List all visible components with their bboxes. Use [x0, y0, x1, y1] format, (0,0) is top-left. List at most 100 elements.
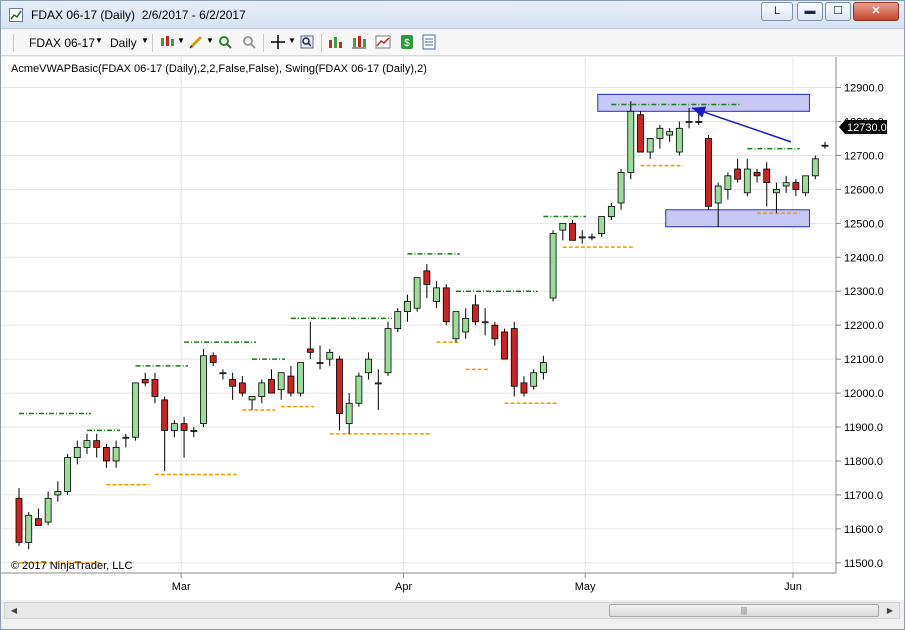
- candle[interactable]: [607, 202, 615, 220]
- crosshair-caret-icon[interactable]: ▼: [288, 36, 296, 45]
- candle[interactable]: [365, 352, 373, 380]
- candle[interactable]: [25, 511, 33, 550]
- candle[interactable]: [54, 481, 62, 502]
- candle[interactable]: [209, 352, 217, 366]
- candle[interactable]: [248, 396, 256, 411]
- candle[interactable]: [141, 372, 149, 387]
- candle[interactable]: [345, 393, 353, 434]
- candle[interactable]: [64, 454, 71, 495]
- candle[interactable]: [675, 121, 683, 156]
- candle[interactable]: [705, 135, 712, 210]
- candle[interactable]: [802, 175, 809, 197]
- candle[interactable]: [569, 219, 576, 241]
- candle[interactable]: [326, 348, 334, 366]
- candle[interactable]: [190, 427, 198, 438]
- candle[interactable]: [462, 308, 470, 339]
- templates-icon[interactable]: [375, 34, 391, 51]
- candle[interactable]: [520, 376, 528, 397]
- candle[interactable]: [549, 230, 557, 302]
- candle[interactable]: [394, 308, 402, 332]
- candle[interactable]: [102, 444, 110, 468]
- candle[interactable]: [491, 321, 499, 346]
- candle[interactable]: [666, 128, 674, 142]
- candle[interactable]: [151, 372, 159, 404]
- candle[interactable]: [471, 294, 479, 326]
- arrow-annotation[interactable]: [691, 107, 792, 143]
- data-box-icon[interactable]: [421, 34, 437, 51]
- drawing-pencil-icon[interactable]: [188, 34, 204, 51]
- candle[interactable]: [811, 155, 819, 180]
- candle[interactable]: [238, 376, 246, 397]
- dollar-icon[interactable]: $: [399, 34, 415, 51]
- candle[interactable]: [413, 277, 421, 312]
- price-chart[interactable]: 12900.012800.012700.012600.012500.012400…: [1, 57, 904, 600]
- candle[interactable]: [336, 355, 343, 431]
- candle[interactable]: [433, 281, 440, 309]
- candle[interactable]: [627, 101, 635, 180]
- zoom-in-icon[interactable]: [217, 34, 233, 51]
- candle[interactable]: [83, 433, 91, 455]
- candle[interactable]: [734, 158, 742, 183]
- candle[interactable]: [306, 321, 314, 360]
- candle[interactable]: [15, 488, 23, 546]
- restore-button[interactable]: L: [761, 2, 793, 21]
- candle[interactable]: [44, 491, 52, 526]
- candle[interactable]: [773, 182, 780, 214]
- candle[interactable]: [287, 365, 295, 397]
- zoom-out-icon[interactable]: [241, 34, 257, 51]
- candle[interactable]: [423, 264, 431, 299]
- candle[interactable]: [792, 179, 800, 197]
- interval-caret-icon[interactable]: ▼: [141, 36, 149, 45]
- candle[interactable]: [374, 369, 382, 411]
- candle[interactable]: [355, 372, 363, 407]
- close-button[interactable]: ✕: [853, 2, 899, 21]
- maximize-button[interactable]: ☐: [825, 2, 851, 21]
- candle[interactable]: [170, 420, 178, 438]
- crosshair-icon[interactable]: [270, 34, 286, 51]
- instrument-caret-icon[interactable]: ▼: [95, 36, 103, 45]
- candle[interactable]: [268, 369, 275, 394]
- candle[interactable]: [277, 372, 285, 400]
- candle[interactable]: [763, 162, 771, 207]
- candle[interactable]: [258, 379, 266, 404]
- instrument-selector[interactable]: FDAX 06-17: [29, 36, 95, 50]
- candle[interactable]: [510, 321, 518, 397]
- candle[interactable]: [384, 321, 392, 377]
- candle[interactable]: [132, 382, 139, 441]
- candle[interactable]: [656, 124, 664, 149]
- candle[interactable]: [598, 216, 606, 237]
- minimize-button[interactable]: ▬: [797, 2, 823, 21]
- candle[interactable]: [93, 433, 101, 458]
- candle[interactable]: [821, 141, 829, 149]
- candle[interactable]: [112, 440, 120, 468]
- candle[interactable]: [180, 416, 188, 458]
- interval-selector[interactable]: Daily: [110, 36, 137, 50]
- candle[interactable]: [229, 372, 237, 400]
- candle[interactable]: [637, 111, 644, 153]
- drawing-caret-icon[interactable]: ▼: [206, 36, 214, 45]
- candle[interactable]: [559, 222, 567, 241]
- chart-style-icon[interactable]: [159, 34, 175, 51]
- candle[interactable]: [578, 230, 586, 244]
- indicators-icon[interactable]: [327, 34, 343, 51]
- candle[interactable]: [219, 369, 227, 380]
- price-zone[interactable]: [665, 209, 810, 228]
- candle[interactable]: [588, 233, 596, 241]
- strategies-icon[interactable]: [351, 34, 367, 51]
- chart-panel[interactable]: 12900.012800.012700.012600.012500.012400…: [1, 57, 904, 600]
- candle[interactable]: [530, 369, 538, 390]
- scroll-right-icon[interactable]: ▶: [883, 604, 897, 617]
- candle[interactable]: [743, 158, 751, 197]
- candle[interactable]: [35, 508, 42, 526]
- candle[interactable]: [501, 328, 508, 360]
- candle[interactable]: [452, 311, 460, 343]
- horizontal-scrollbar[interactable]: ◀ ||| ▶: [4, 602, 900, 619]
- candle[interactable]: [122, 433, 130, 448]
- scroll-thumb[interactable]: |||: [609, 604, 879, 617]
- candle[interactable]: [442, 284, 450, 326]
- candle[interactable]: [617, 169, 625, 210]
- candle[interactable]: [161, 396, 169, 472]
- candle[interactable]: [316, 345, 324, 370]
- candle[interactable]: [724, 172, 732, 200]
- candle[interactable]: [782, 175, 790, 193]
